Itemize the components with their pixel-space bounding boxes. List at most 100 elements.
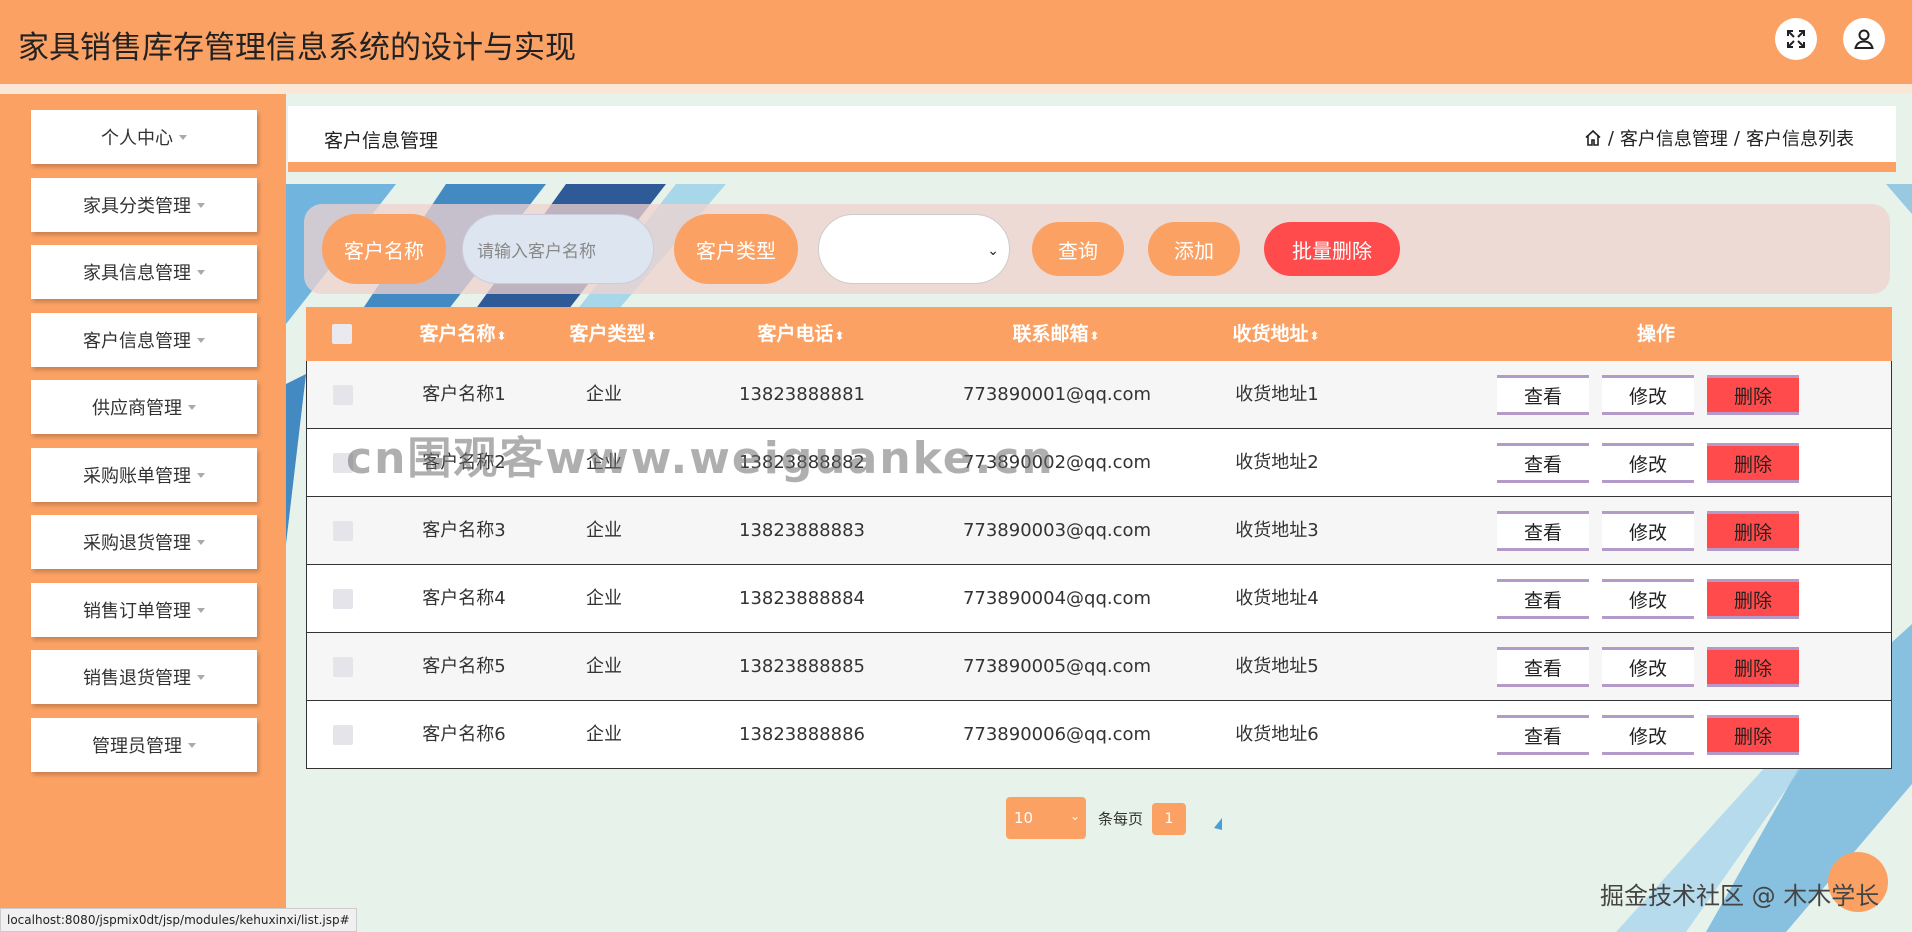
query-button[interactable]: 查询 xyxy=(1032,222,1124,276)
delete-button[interactable]: 删除 xyxy=(1707,579,1799,619)
customer-table: 客户名称⬍ 客户类型⬍ 客户电话⬍ 联系邮箱⬍ 收货地址⬍ 操作 客户名称1 企业… xyxy=(306,307,1892,769)
sidebar-item-customer-info[interactable]: 客户信息管理 xyxy=(31,313,257,367)
app-title: 家具销售库存管理信息系统的设计与实现 xyxy=(18,30,576,66)
sidebar-item-label: 采购账单管理 xyxy=(83,466,191,487)
table-row: 客户名称1 企业 13823888881 773890001@qq.com 收货地址1 查… xyxy=(306,361,1892,429)
home-icon[interactable] xyxy=(1584,129,1602,147)
table-row: 客户名称3 企业 13823888883 773890003@qq.com 收货地址3 查… xyxy=(306,497,1892,565)
sidebar-item-label: 家具信息管理 xyxy=(83,263,191,284)
add-button[interactable]: 添加 xyxy=(1148,222,1240,276)
row-checkbox[interactable] xyxy=(333,589,353,609)
page-number-button[interactable]: 1 xyxy=(1152,803,1186,835)
column-header-email[interactable]: 联系邮箱⬍ xyxy=(956,307,1156,361)
sidebar-item-label: 个人中心 xyxy=(101,128,173,149)
delete-button[interactable]: 删除 xyxy=(1707,647,1799,687)
edit-button[interactable]: 修改 xyxy=(1602,511,1694,551)
customer-type-select[interactable]: ⌄ xyxy=(818,214,1010,284)
customer-type-label: 客户类型 xyxy=(674,214,798,284)
edit-button[interactable]: 修改 xyxy=(1602,375,1694,415)
table-row: 客户名称6 企业 13823888886 773890006@qq.com 收货地址6 查… xyxy=(306,701,1892,769)
caret-down-icon xyxy=(197,337,205,343)
edit-button[interactable]: 修改 xyxy=(1602,647,1694,687)
sort-icon: ⬍ xyxy=(646,329,657,343)
sidebar-item-purchase-return[interactable]: 采购退货管理 xyxy=(31,515,257,569)
sidebar-item-label: 销售订单管理 xyxy=(83,601,191,622)
cell-email: 773890004@qq.com xyxy=(962,588,1152,609)
sidebar-item-furniture-info[interactable]: 家具信息管理 xyxy=(31,245,257,299)
sidebar-item-supplier[interactable]: 供应商管理 xyxy=(31,380,257,434)
user-button[interactable] xyxy=(1843,18,1885,60)
cell-address: 收货地址3 xyxy=(1235,520,1319,541)
sidebar: 个人中心 家具分类管理 家具信息管理 客户信息管理 供应商管理 采购账单管理 采… xyxy=(0,94,286,932)
view-button[interactable]: 查看 xyxy=(1497,647,1589,687)
edit-button[interactable]: 修改 xyxy=(1602,715,1694,755)
sidebar-item-label: 客户信息管理 xyxy=(83,331,191,352)
page-size-value: 10 xyxy=(1014,809,1034,827)
caret-down-icon xyxy=(179,134,187,140)
sidebar-item-label: 管理员管理 xyxy=(92,736,182,757)
sort-icon: ⬍ xyxy=(834,329,845,343)
column-header-phone[interactable]: 客户电话⬍ xyxy=(726,307,876,361)
fullscreen-button[interactable] xyxy=(1775,18,1817,60)
cell-phone: 13823888883 xyxy=(739,520,865,541)
view-button[interactable]: 查看 xyxy=(1497,511,1589,551)
cell-email: 773890005@qq.com xyxy=(962,656,1152,677)
table-header: 客户名称⬍ 客户类型⬍ 客户电话⬍ 联系邮箱⬍ 收货地址⬍ 操作 xyxy=(306,307,1892,361)
cell-name: 客户名称4 xyxy=(422,588,506,609)
user-icon xyxy=(1854,29,1874,49)
cell-address: 收货地址4 xyxy=(1235,588,1319,609)
cell-email: 773890006@qq.com xyxy=(962,724,1152,745)
sidebar-item-sales-return[interactable]: 销售退货管理 xyxy=(31,650,257,704)
page-size-select[interactable]: 10 ⌄ xyxy=(1006,797,1086,839)
edit-button[interactable]: 修改 xyxy=(1602,579,1694,619)
sidebar-item-purchase-bill[interactable]: 采购账单管理 xyxy=(31,448,257,502)
sidebar-item-furniture-category[interactable]: 家具分类管理 xyxy=(31,178,257,232)
cell-name: 客户名称1 xyxy=(422,384,506,405)
page-title: 客户信息管理 xyxy=(324,130,439,152)
delete-button[interactable]: 删除 xyxy=(1707,375,1799,415)
row-checkbox[interactable] xyxy=(333,385,353,405)
column-header-name[interactable]: 客户名称⬍ xyxy=(398,307,528,361)
caret-down-icon xyxy=(188,742,196,748)
column-header-type[interactable]: 客户类型⬍ xyxy=(548,307,678,361)
row-checkbox[interactable] xyxy=(333,657,353,677)
cell-type: 企业 xyxy=(586,724,622,745)
cell-phone: 13823888881 xyxy=(739,384,865,405)
cell-type: 企业 xyxy=(586,520,622,541)
watermark: cn围观客www.weiguanke.cn xyxy=(346,433,1055,484)
search-bar: 客户名称 请输入客户名称 客户类型 ⌄ 查询 添加 批量删除 xyxy=(304,204,1890,294)
caret-down-icon xyxy=(197,674,205,680)
delete-button[interactable]: 删除 xyxy=(1707,443,1799,483)
sidebar-item-personal-center[interactable]: 个人中心 xyxy=(31,110,257,164)
view-button[interactable]: 查看 xyxy=(1497,715,1589,755)
sidebar-item-admin[interactable]: 管理员管理 xyxy=(31,718,257,772)
delete-button[interactable]: 删除 xyxy=(1707,715,1799,755)
sort-icon: ⬍ xyxy=(1309,329,1320,343)
customer-name-label: 客户名称 xyxy=(322,214,446,284)
cell-name: 客户名称6 xyxy=(422,724,506,745)
cell-phone: 13823888885 xyxy=(739,656,865,677)
column-header-address[interactable]: 收货地址⬍ xyxy=(1206,307,1346,361)
sidebar-item-sales-order[interactable]: 销售订单管理 xyxy=(31,583,257,637)
breadcrumb-separator: / xyxy=(1607,127,1614,149)
row-checkbox[interactable] xyxy=(333,725,353,745)
sidebar-item-label: 销售退货管理 xyxy=(83,668,191,689)
sidebar-item-label: 供应商管理 xyxy=(92,398,182,419)
delete-button[interactable]: 删除 xyxy=(1707,511,1799,551)
select-all-checkbox[interactable] xyxy=(332,324,352,344)
customer-name-input[interactable]: 请输入客户名称 xyxy=(462,214,654,284)
sort-icon: ⬍ xyxy=(496,329,507,343)
view-button[interactable]: 查看 xyxy=(1497,579,1589,619)
expand-icon xyxy=(1787,30,1805,48)
caret-down-icon xyxy=(197,202,205,208)
cell-email: 773890001@qq.com xyxy=(962,384,1152,405)
breadcrumb-item[interactable]: 客户信息管理 xyxy=(1620,125,1728,151)
chevron-down-icon: ⌄ xyxy=(1069,809,1080,823)
view-button[interactable]: 查看 xyxy=(1497,375,1589,415)
row-checkbox[interactable] xyxy=(333,521,353,541)
edit-button[interactable]: 修改 xyxy=(1602,443,1694,483)
batch-delete-button[interactable]: 批量删除 xyxy=(1264,222,1400,276)
breadcrumb-item: 客户信息列表 xyxy=(1746,129,1854,150)
view-button[interactable]: 查看 xyxy=(1497,443,1589,483)
credit-text: 掘金技术社区 @ 木木学长 xyxy=(1600,882,1880,910)
